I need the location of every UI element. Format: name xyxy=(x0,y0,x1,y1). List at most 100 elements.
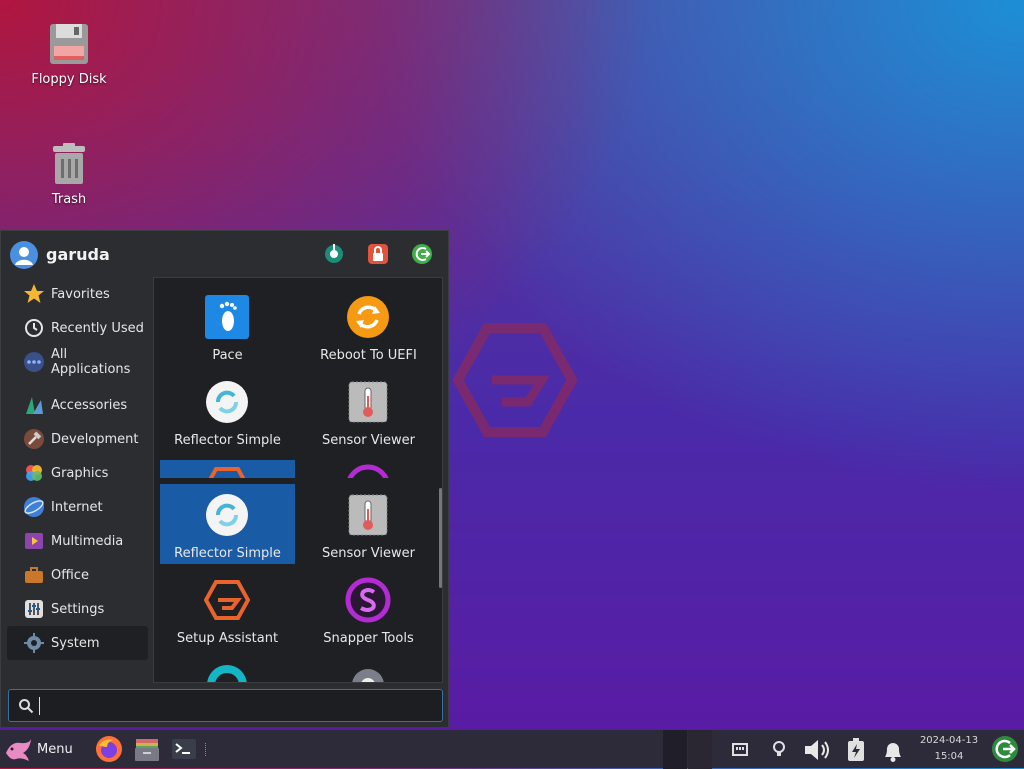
app-label: Sensor Viewer xyxy=(322,433,415,448)
app-reflector-simple[interactable]: Reflector Simple xyxy=(160,371,295,451)
category-label: Settings xyxy=(51,601,105,617)
app-pace[interactable]: Pace xyxy=(160,286,295,366)
logout-button[interactable] xyxy=(411,243,433,265)
category-accessories[interactable]: Accessories xyxy=(7,388,148,422)
taskbar-separator xyxy=(205,743,208,756)
tray-notifications[interactable] xyxy=(880,738,906,762)
snapper-icon xyxy=(347,464,389,478)
menu-button[interactable]: Menu xyxy=(0,730,74,769)
lock-screen-icon xyxy=(368,244,388,264)
desktop-icon-label: Floppy Disk xyxy=(31,72,107,87)
accessories-icon xyxy=(26,397,43,414)
app-partial[interactable] xyxy=(301,654,436,682)
category-label: Multimedia xyxy=(51,533,124,549)
clock-date: 2024-04-13 xyxy=(919,735,979,746)
desktop-icon-floppy[interactable]: Floppy Disk xyxy=(9,22,129,87)
user-avatar xyxy=(10,241,38,269)
footprint-icon xyxy=(205,295,249,339)
app-label: Reflector Simple xyxy=(174,546,281,561)
app-reboot-to-uefi[interactable]: Reboot To UEFI xyxy=(301,286,436,366)
hammer-icon xyxy=(24,429,44,449)
username: garuda xyxy=(46,245,110,264)
app-snapper-tools[interactable]: Snapper Tools xyxy=(301,569,436,649)
app-grid-scrollbar[interactable] xyxy=(439,488,442,588)
category-label: Internet xyxy=(51,499,103,515)
app-partial[interactable] xyxy=(160,654,295,682)
thermometer-icon xyxy=(348,381,388,423)
tray-network[interactable] xyxy=(729,738,751,760)
category-internet[interactable]: Internet xyxy=(7,490,148,524)
graphics-icon xyxy=(26,465,42,481)
search-input[interactable] xyxy=(43,693,437,720)
app-setup-assistant[interactable]: Setup Assistant xyxy=(160,569,295,649)
terminal-icon xyxy=(172,739,196,759)
desktop-icon-label: Trash xyxy=(51,192,87,207)
category-office[interactable]: Office xyxy=(7,558,148,592)
settings-manager-icon xyxy=(325,244,343,263)
notification-bell-icon xyxy=(885,743,901,762)
category-label: Recently Used xyxy=(51,320,144,336)
app-grid: Pace Reboot To UEFI Reflector Simple Sen… xyxy=(153,277,443,683)
app-reflector-simple[interactable]: Reflector Simple xyxy=(160,484,295,564)
category-favorites[interactable]: Favorites xyxy=(7,277,148,311)
volume-icon xyxy=(805,740,829,760)
category-system[interactable]: System xyxy=(7,626,148,660)
app-partial-icon xyxy=(207,665,247,682)
app-label: Reflector Simple xyxy=(174,433,281,448)
file-manager-icon xyxy=(135,739,159,761)
taskbar-terminal[interactable] xyxy=(170,735,198,763)
taskbar-file-manager[interactable] xyxy=(133,735,161,763)
garuda-logo-icon xyxy=(208,467,246,478)
application-menu: garuda Favorites Recently Used All Appli… xyxy=(0,230,449,728)
tray-lightbulb[interactable] xyxy=(768,738,790,760)
gear-icon xyxy=(24,633,44,653)
apps-icon xyxy=(24,352,44,372)
settings-manager-button[interactable] xyxy=(323,243,345,265)
settings-icon xyxy=(25,600,43,618)
garuda-eagle-icon xyxy=(6,738,31,761)
category-recently-used[interactable]: Recently Used xyxy=(7,311,148,345)
desktop-icon-trash[interactable]: Trash xyxy=(9,142,129,207)
garuda-logo-icon xyxy=(204,580,250,620)
app-ghost-row xyxy=(160,460,295,478)
workspace-switcher[interactable] xyxy=(663,730,687,769)
app-label: Sensor Viewer xyxy=(322,546,415,561)
clock[interactable]: 2024-04-13 15:04 xyxy=(916,733,982,765)
internet-icon xyxy=(24,497,44,517)
multimedia-icon xyxy=(25,533,43,549)
category-label: Favorites xyxy=(51,286,110,302)
category-graphics[interactable]: Graphics xyxy=(7,456,148,490)
text-caret xyxy=(39,697,40,715)
category-all-applications[interactable]: All Applications xyxy=(7,345,148,379)
app-sensor-viewer[interactable]: Sensor Viewer xyxy=(301,484,436,564)
search-icon xyxy=(19,699,34,714)
category-development[interactable]: Development xyxy=(7,422,148,456)
category-label: System xyxy=(51,635,100,651)
snapper-icon xyxy=(345,577,391,623)
category-label: All Applications xyxy=(51,347,131,377)
star-icon xyxy=(24,284,44,303)
tray-volume[interactable] xyxy=(803,738,833,760)
search-field[interactable] xyxy=(8,689,443,722)
workspace-switcher[interactable] xyxy=(688,730,712,769)
category-settings[interactable]: Settings xyxy=(7,592,148,626)
tray-logout[interactable] xyxy=(991,735,1019,763)
lock-screen-button[interactable] xyxy=(367,243,389,265)
wallpaper-garuda-logo xyxy=(452,323,578,437)
reboot-icon xyxy=(347,296,389,338)
clock-icon xyxy=(25,319,43,337)
category-multimedia[interactable]: Multimedia xyxy=(7,524,148,558)
app-label: Setup Assistant xyxy=(176,631,279,646)
menu-button-label: Menu xyxy=(37,742,73,757)
tray-battery[interactable] xyxy=(845,738,867,761)
reflector-icon xyxy=(206,494,248,536)
taskbar: Menu 2024-04-13 15:04 xyxy=(0,729,1024,769)
lightbulb-icon xyxy=(773,741,785,756)
gear-icon xyxy=(352,669,384,682)
app-label: Pace xyxy=(212,348,243,363)
app-label: Reboot To UEFI xyxy=(320,348,417,363)
taskbar-firefox[interactable] xyxy=(95,735,123,763)
app-sensor-viewer[interactable]: Sensor Viewer xyxy=(301,371,436,451)
category-list: Favorites Recently Used All Applications… xyxy=(1,277,153,660)
logout-icon xyxy=(992,736,1018,762)
